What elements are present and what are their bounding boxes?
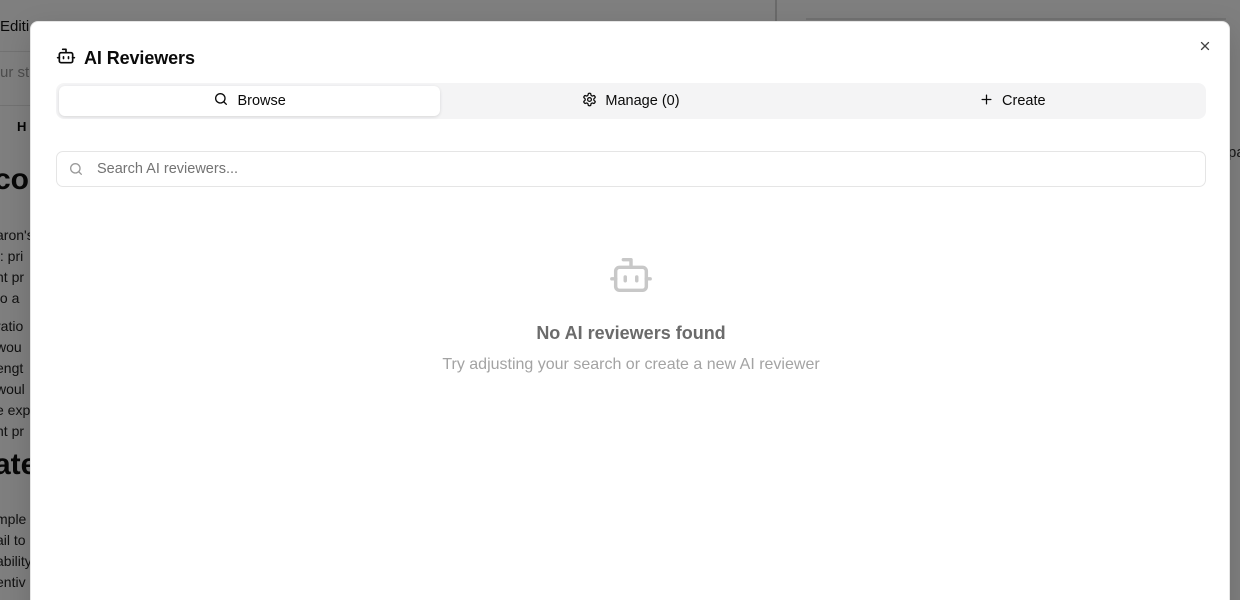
- search-box: [56, 151, 1206, 187]
- tab-browse-label: Browse: [237, 93, 286, 109]
- gear-icon: [582, 92, 597, 111]
- empty-state: No AI reviewers found Try adjusting your…: [31, 252, 1231, 374]
- search-input[interactable]: [57, 152, 1205, 186]
- close-button[interactable]: [1195, 38, 1215, 58]
- empty-state-title: No AI reviewers found: [536, 323, 726, 343]
- tab-browse[interactable]: Browse: [59, 86, 441, 116]
- ai-reviewers-dialog: AI Reviewers Browse Manage (0) Create Se…: [30, 21, 1230, 600]
- tab-manage-label: Manage (0): [605, 93, 680, 109]
- bot-icon: [608, 252, 654, 303]
- dialog-title: AI Reviewers: [84, 48, 195, 68]
- close-icon: [1198, 39, 1212, 58]
- dialog-tabs: Browse Manage (0) Create: [56, 83, 1206, 119]
- search-icon: [68, 161, 84, 182]
- search-icon: [213, 91, 229, 111]
- tab-create[interactable]: Create: [822, 86, 1203, 116]
- dialog-header: AI Reviewers: [56, 46, 195, 71]
- tab-create-label: Create: [1002, 93, 1046, 109]
- plus-icon: [979, 92, 994, 111]
- tab-manage[interactable]: Manage (0): [440, 86, 821, 116]
- empty-state-description: Try adjusting your search or create a ne…: [442, 356, 820, 373]
- bot-icon: [56, 46, 76, 71]
